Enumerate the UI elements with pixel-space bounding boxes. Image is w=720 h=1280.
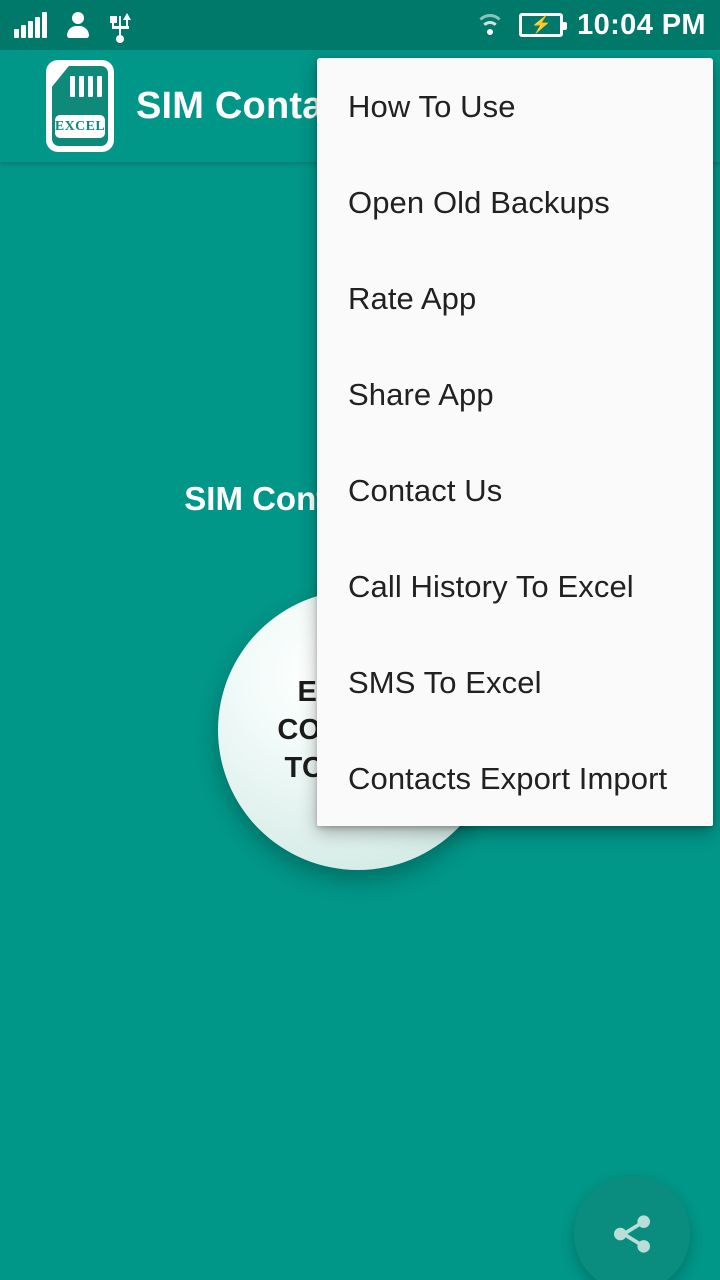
status-bar-right-icons: ⚡ 10:04 PM [475,8,720,41]
menu-item-share-app[interactable]: Share App [317,346,713,442]
menu-item-label: Rate App [348,280,477,316]
menu-item-label: SMS To Excel [348,664,542,700]
menu-item-label: Contacts Export Import [348,760,668,796]
menu-item-label: Open Old Backups [348,184,610,220]
menu-item-label: Call History To Excel [348,568,634,604]
phone-screen: ⚡ 10:04 PM EXCEL SIM Contacts To Excel S… [0,0,720,1280]
signal-bars-icon [14,12,47,38]
usb-icon [109,11,131,43]
menu-item-label: Share App [348,376,494,412]
share-fab-button[interactable] [574,1176,690,1280]
person-icon [66,12,90,38]
menu-item-how-to-use[interactable]: How To Use [317,58,713,154]
logo-label: EXCEL [54,118,106,134]
menu-item-call-history-to-excel[interactable]: Call History To Excel [317,538,713,634]
share-icon [614,1215,650,1253]
status-bar-left-icons [0,11,131,43]
wifi-icon [475,13,506,37]
menu-item-contact-us[interactable]: Contact Us [317,442,713,538]
sim-card-excel-logo: EXCEL [46,60,114,152]
menu-item-sms-to-excel[interactable]: SMS To Excel [317,634,713,730]
menu-item-open-old-backups[interactable]: Open Old Backups [317,154,713,250]
battery-charging-icon: ⚡ [519,13,568,37]
overflow-menu: How To Use Open Old Backups Rate App Sha… [317,58,713,826]
menu-item-contacts-export-import[interactable]: Contacts Export Import [317,730,713,826]
status-bar: ⚡ 10:04 PM [0,0,720,50]
menu-item-label: Contact Us [348,472,503,508]
menu-item-rate-app[interactable]: Rate App [317,250,713,346]
status-bar-clock: 10:04 PM [577,8,706,41]
menu-item-label: How To Use [348,88,516,124]
